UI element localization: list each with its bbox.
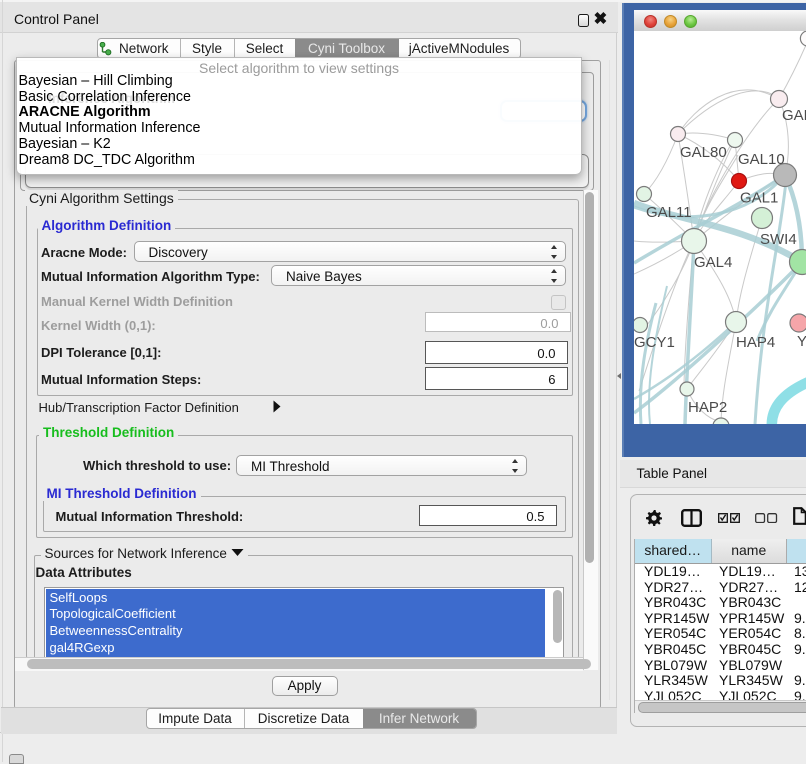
svg-text:GAL: GAL: [782, 107, 806, 124]
svg-text:GAL11: GAL11: [646, 204, 692, 221]
svg-text:GAL4: GAL4: [694, 254, 732, 271]
svg-text:GAL80: GAL80: [680, 144, 727, 161]
svg-text:Y: Y: [797, 333, 806, 350]
svg-text:GAL1: GAL1: [740, 190, 778, 207]
svg-text:SWI4: SWI4: [760, 231, 797, 248]
svg-text:HAP4: HAP4: [736, 334, 775, 351]
svg-text:GAL10: GAL10: [738, 151, 785, 168]
svg-text:HAP2: HAP2: [688, 399, 727, 416]
svg-text:GCY1: GCY1: [634, 334, 675, 351]
